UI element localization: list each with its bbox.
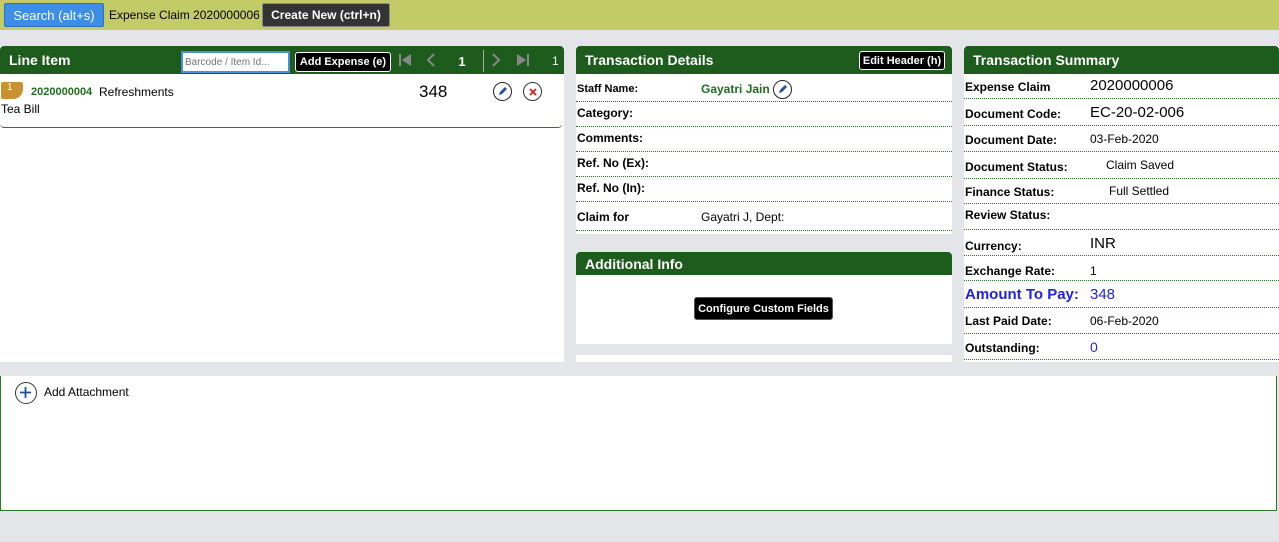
item-description: Tea Bill (1, 102, 40, 116)
line-item-title: Line Item (9, 52, 71, 68)
summary-label: Outstanding: (965, 341, 1040, 355)
list-item[interactable]: 1 2020000004 Refreshments 348 Tea Bill (0, 80, 562, 128)
summary-label: Currency: (965, 239, 1022, 253)
transaction-summary-title: Transaction Summary (973, 52, 1120, 68)
edit-header-button[interactable]: Edit Header (h) (859, 51, 945, 70)
next-page-icon[interactable] (490, 53, 502, 67)
summary-row: Review Status: (964, 204, 1279, 230)
detail-label: Comments: (577, 131, 644, 145)
transaction-details-panel: Transaction Details Edit Header (h) Staf… (576, 46, 952, 234)
detail-row-staff: Staff Name: Gayatri Jain (576, 78, 952, 102)
delete-item-icon[interactable] (523, 82, 542, 101)
detail-label: Ref. No (In): (577, 181, 645, 195)
summary-row: Amount To Pay: 348 (964, 281, 1279, 308)
total-pages: 1 (552, 54, 559, 68)
outstanding-value: 0 (1090, 339, 1098, 355)
detail-row-ref-in: Ref. No (In): (576, 177, 952, 202)
staff-name-value[interactable]: Gayatri Jain (701, 82, 770, 96)
attachment-panel: Add Attachment (0, 376, 1277, 511)
summary-row: Document Status: Claim Saved (964, 152, 1279, 179)
detail-label: Claim for (577, 210, 630, 224)
item-category: Refreshments (99, 85, 174, 99)
finance-status-value: Full Settled (1109, 184, 1170, 198)
summary-row: Currency: INR (964, 230, 1279, 256)
summary-row: Exchange Rate: 1 (964, 256, 1279, 281)
detail-label: Staff Name: (577, 83, 639, 95)
summary-row: Document Code: EC-20-02-006 (964, 99, 1279, 126)
document-type: Expense Claim (109, 8, 190, 22)
summary-value: INR (1090, 235, 1116, 252)
summary-label: Document Status: (965, 160, 1068, 174)
document-title: Expense Claim 2020000006 (109, 8, 260, 22)
summary-row: Expense Claim 2020000006 (964, 76, 1279, 99)
edit-staff-icon[interactable] (773, 80, 792, 99)
detail-row-category: Category: (576, 102, 952, 127)
barcode-input[interactable] (181, 51, 290, 73)
item-amount: 348 (419, 82, 448, 101)
summary-label: Document Date: (965, 133, 1058, 147)
detail-row-comments: Comments: (576, 127, 952, 152)
summary-row: Document Date: 03-Feb-2020 (964, 126, 1279, 152)
status-value: Claim Saved (1106, 158, 1175, 172)
current-page: 1 (441, 50, 484, 72)
summary-label: Expense Claim (965, 80, 1051, 94)
summary-row: Last Paid Date: 06-Feb-2020 (964, 308, 1279, 334)
detail-row-ref-ex: Ref. No (Ex): (576, 152, 952, 177)
configure-custom-fields-button[interactable]: Configure Custom Fields (694, 297, 833, 320)
additional-info-header: Additional Info (576, 252, 952, 275)
document-number: 2020000006 (193, 8, 260, 22)
summary-label: Finance Status: (965, 185, 1055, 199)
summary-value: 2020000006 (1090, 77, 1174, 94)
last-page-icon[interactable] (516, 53, 530, 67)
amount-to-pay-value: 348 (1090, 286, 1116, 303)
transaction-details-title: Transaction Details (585, 52, 714, 68)
create-new-button[interactable]: Create New (ctrl+n) (262, 3, 390, 27)
summary-value: EC-20-02-006 (1090, 104, 1185, 121)
claim-for-value: Gayatri J, Dept: (701, 210, 785, 224)
detail-row-claim-for: Claim for Gayatri J, Dept: (576, 202, 952, 231)
add-attachment-label[interactable]: Add Attachment (44, 385, 129, 399)
summary-label: Exchange Rate: (965, 264, 1056, 278)
summary-value: 06-Feb-2020 (1090, 314, 1159, 328)
transaction-summary-header: Transaction Summary (964, 46, 1279, 74)
summary-label: Review Status: (965, 208, 1051, 222)
search-button[interactable]: Search (alt+s) (4, 3, 104, 27)
amount-to-pay-label: Amount To Pay: (965, 286, 1079, 303)
item-index-badge: 1 (1, 82, 23, 99)
additional-info-panel: Additional Info Configure Custom Fields (576, 252, 952, 344)
detail-label: Category: (577, 106, 634, 120)
summary-value: 1 (1090, 264, 1097, 278)
first-page-icon[interactable] (398, 53, 412, 67)
panel-spacer (576, 355, 952, 362)
item-code[interactable]: 2020000004 (31, 86, 92, 98)
additional-info-title: Additional Info (585, 255, 683, 272)
edit-item-icon[interactable] (493, 82, 512, 101)
summary-row: Finance Status: Full Settled (964, 179, 1279, 204)
add-attachment-icon[interactable] (15, 382, 37, 404)
add-expense-button[interactable]: Add Expense (e) (295, 52, 391, 72)
detail-label: Ref. No (Ex): (577, 156, 649, 170)
previous-page-icon[interactable] (425, 53, 437, 67)
summary-label: Document Code: (965, 107, 1061, 121)
summary-label: Last Paid Date: (965, 314, 1052, 328)
transaction-summary-panel: Transaction Summary Expense Claim 202000… (964, 46, 1279, 362)
summary-value: 03-Feb-2020 (1090, 132, 1159, 146)
summary-row: Outstanding: 0 (964, 334, 1279, 360)
